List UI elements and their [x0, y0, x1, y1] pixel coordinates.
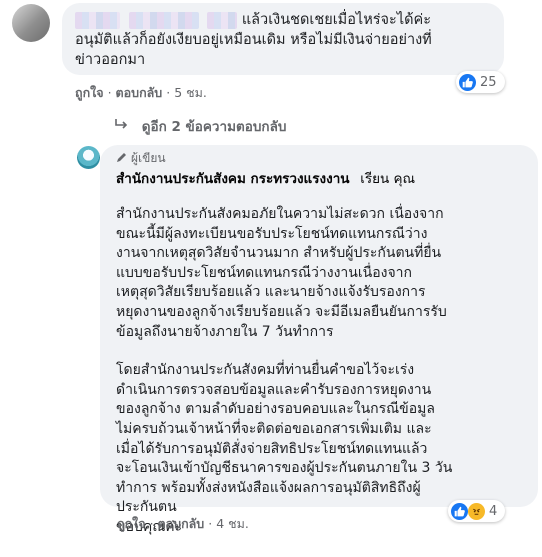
reply-line: ทำการ พร้อมทั้งส่งหนังสือแจ้งผลการอนุมัต…: [116, 479, 421, 496]
reply-button[interactable]: ตอบกลับ: [158, 516, 205, 531]
reply-author-line: สำนักงานประกันสังคม กระทรวงแรงงาน เรียน …: [116, 167, 415, 189]
commenter-avatar[interactable]: [12, 4, 50, 42]
like-reaction-icon: [459, 73, 476, 91]
angry-reaction-icon: [468, 502, 485, 520]
reply-line: ขณะนี้มีผู้ลงทะเบียนขอรับประโยชน์ทดแทนกร…: [116, 225, 428, 242]
reply-line: หยุดงานของลูกจ้างเรียบร้อยแล้ว จะมีอีเมล…: [116, 303, 447, 320]
redacted-name-part: [128, 11, 199, 29]
reply-line: เมื่อได้รับการอนุมัติสั่งจ่ายสิทธิประโยช…: [116, 440, 428, 457]
author-badge: ผู้เขียน: [116, 149, 166, 168]
comment-text-line2: อนุมัติแล้วก็อยังเงียบอยู่เหมือนเดิม หรื…: [75, 32, 432, 48]
redacted-name-part: [207, 11, 238, 29]
like-button[interactable]: ถูกใจ: [117, 516, 146, 531]
page-avatar[interactable]: [77, 146, 100, 169]
reply-line: แบบขอรับประโยชน์ทดแทนกรณีว่างงานเนื่องจา…: [116, 264, 412, 281]
reply-paragraph-1: สำนักงานประกันสังคมอภัยในความไม่สะดวก เน…: [116, 205, 526, 342]
reply-line: โดยสำนักงานประกันสังคมที่ท่านยื่นคำขอไว้…: [116, 362, 415, 379]
reply-line: เหตุสุดวิสัยเรียบร้อยแล้ว และนายจ้างแจ้ง…: [116, 284, 426, 301]
comment-actions: ถูกใจ · ตอบกลับ · 5 ชม.: [75, 85, 207, 100]
reply-actions: ถูกใจ · ตอบกลับ · 4 ชม.: [117, 516, 249, 531]
reply-arrow-icon: [115, 119, 129, 135]
comment-text-line1: แล้วเงินชดเชยเมื่อไหร่จะได้ค่ะ: [241, 12, 432, 28]
reply-button[interactable]: ตอบกลับ: [116, 85, 163, 100]
pencil-icon: [116, 151, 128, 166]
reply-line: งานจากเหตุสุดวิสัยจำนวนมาก สำหรับผู้ประก…: [116, 245, 442, 262]
view-more-replies[interactable]: ดูอีก 2 ข้อความตอบกลับ: [115, 115, 286, 137]
reply-line: สำนักงานประกันสังคมอภัยในความไม่สะดวก เน…: [116, 206, 444, 222]
reply-timestamp[interactable]: 4 ชม.: [216, 516, 249, 531]
reply-line: ข้อมูลถึงนายจ้างภายใน 7 วันทำการ: [116, 323, 334, 340]
reply-reactions[interactable]: 4: [448, 500, 506, 522]
reply-line: ไม่ครบถ้วนเจ้าหน้าที่จะติดต่อขอเอกสารเพิ…: [116, 420, 432, 437]
reply-line: ของลูกจ้าง ตามลำดับอย่างรอบคอบและในกรณีข…: [116, 401, 435, 418]
redacted-name-part: [75, 11, 120, 29]
reply-line: จะโอนเงินเข้าบัญชีธนาคารของผู้ประกันตนภา…: [116, 460, 453, 477]
reaction-count: 4: [489, 503, 498, 519]
view-more-replies-label: ดูอีก 2 ข้อความตอบกลับ: [141, 119, 287, 135]
reply-line: ดำเนินการตรวจสอบข้อมูลและคำรับรองการหยุด…: [116, 381, 432, 398]
comment-reactions[interactable]: 25: [456, 71, 505, 93]
comment-text-line3: ข่าวออกมา: [75, 52, 146, 68]
reply-greeting: เรียน คุณ: [360, 171, 416, 187]
comment-timestamp[interactable]: 5 ชม.: [174, 85, 207, 100]
reaction-count: 25: [480, 74, 497, 90]
like-reaction-icon: [451, 502, 468, 520]
author-badge-label: ผู้เขียน: [131, 151, 166, 165]
reply-author-name[interactable]: สำนักงานประกันสังคม กระทรวงแรงงาน: [116, 171, 350, 187]
comment-text: แล้วเงินชดเชยเมื่อไหร่จะได้ค่ะ อนุมัติแล…: [75, 10, 505, 70]
like-button[interactable]: ถูกใจ: [75, 85, 104, 100]
